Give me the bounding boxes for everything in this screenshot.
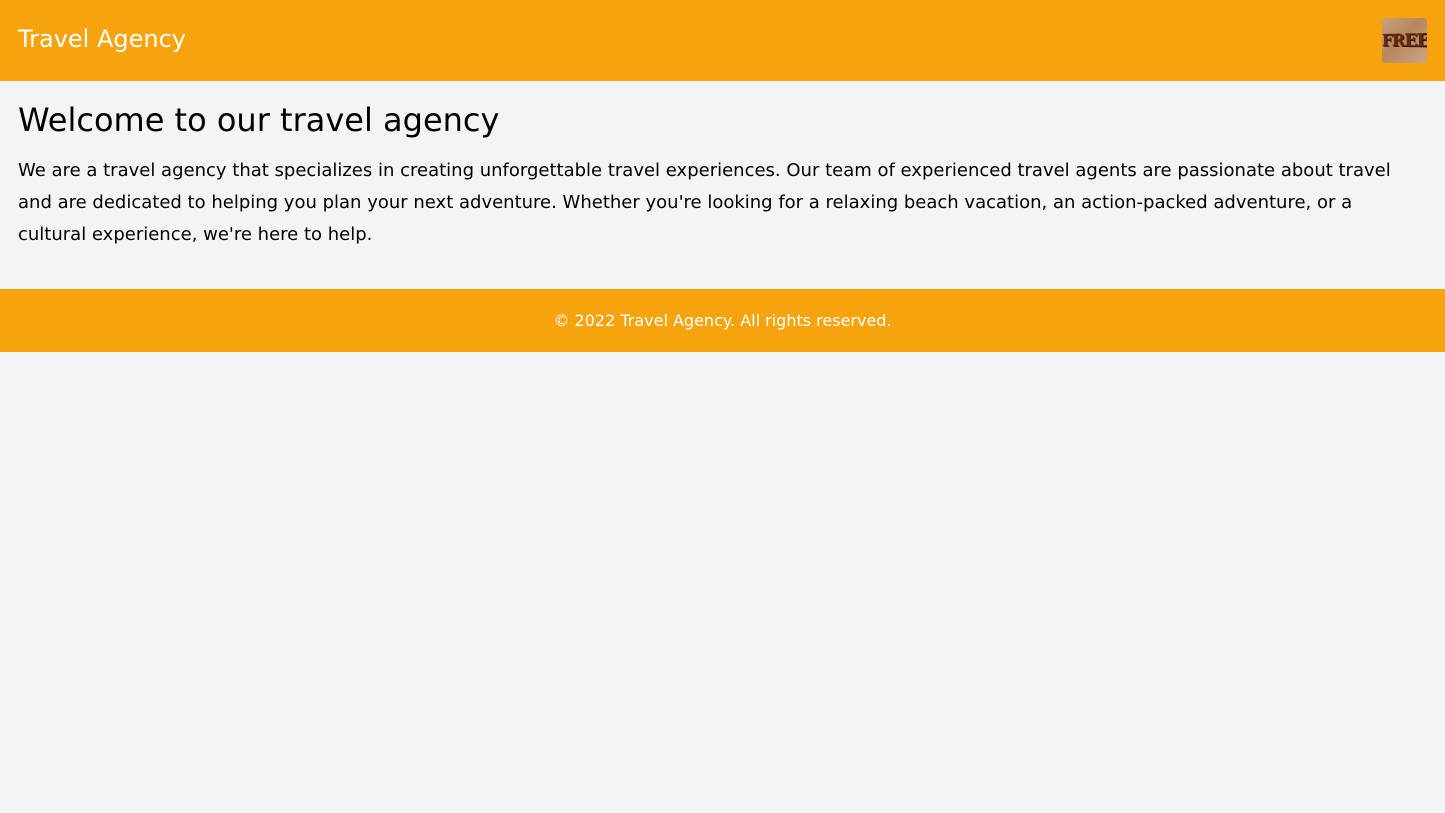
copyright-text: © 2022 Travel Agency. All rights reserve… xyxy=(553,311,892,330)
intro-paragraph: We are a travel agency that specializes … xyxy=(18,160,1391,245)
site-header: Travel Agency FREE xyxy=(0,0,1445,81)
page-title: Welcome to our travel agency xyxy=(18,101,500,139)
free-logo-icon[interactable]: FREE xyxy=(1382,18,1427,63)
main-content: Welcome to our travel agency We are a tr… xyxy=(0,81,1445,289)
site-footer: © 2022 Travel Agency. All rights reserve… xyxy=(0,289,1445,352)
site-title[interactable]: Travel Agency xyxy=(18,24,186,54)
logo-text: FREE xyxy=(1382,29,1427,52)
